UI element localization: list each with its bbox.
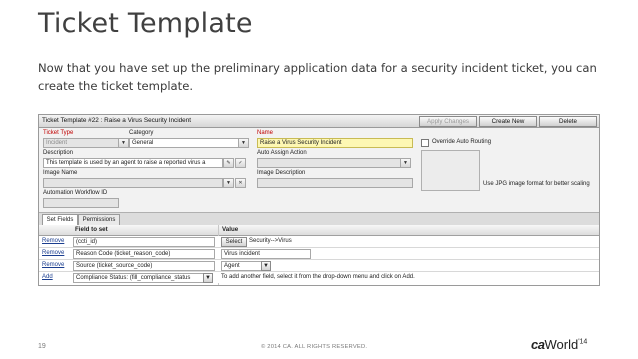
automation-workflow-field[interactable] (43, 198, 119, 208)
remove-link[interactable]: Remove (42, 250, 64, 256)
image-name-dropdown[interactable]: ▼ (223, 178, 234, 188)
field-column-header: Field to set (75, 226, 108, 233)
automation-workflow-label: Automation Workflow ID (43, 190, 108, 196)
field-name-cell: Source (ticket_source_code) (73, 261, 215, 271)
value-column-header: Value (222, 226, 239, 233)
slide-intro: Now that you have set up the preliminary… (38, 61, 597, 93)
image-name-label: Image Name (43, 170, 78, 176)
field-name-cell: Reason Code (ticket_reason_code) (73, 249, 215, 259)
tab-bar: Set Fields Permissions (39, 212, 599, 226)
remove-link[interactable]: Remove (42, 238, 64, 244)
table-row: Add Compliance Status: (fill_compliance_… (39, 272, 599, 283)
ticket-type-dropdown[interactable]: ▼ (118, 138, 129, 148)
category-field[interactable]: General (129, 138, 239, 148)
reason-code-input[interactable]: Virus incident (221, 249, 311, 259)
image-preview (421, 150, 480, 191)
tab-set-fields[interactable]: Set Fields (42, 214, 78, 225)
description-edit-icon[interactable]: ✎ (223, 158, 234, 168)
add-link[interactable]: Add (42, 274, 53, 280)
window-title: Ticket Template #22 : Raise a Virus Secu… (42, 117, 192, 124)
auto-assign-dropdown[interactable]: ▼ (400, 158, 411, 168)
name-label: Name (257, 130, 274, 136)
chevron-down-icon[interactable]: ▼ (203, 273, 213, 283)
category-label: Category (129, 130, 154, 136)
source-select[interactable]: Agent (221, 261, 265, 271)
description-label: Description (43, 150, 74, 156)
description-spellcheck-icon[interactable]: ✓ (235, 158, 246, 168)
ticket-type-field[interactable]: Incident (43, 138, 119, 148)
table-row: Remove (ccti_id) Select Security-->Virus (39, 236, 599, 248)
add-field-select[interactable]: Compliance Status: (fill_compliance_stat… (73, 273, 205, 283)
value-cell: Security-->Virus (249, 238, 292, 244)
fields-table-header: Field to set Value (39, 225, 599, 236)
template-form: Ticket Type Incident ▼ Category General … (39, 128, 599, 212)
image-name-clear-icon[interactable]: ✕ (235, 178, 246, 188)
image-name-field[interactable] (43, 178, 223, 188)
ticket-type-label: Ticket Type (43, 130, 74, 136)
chevron-down-icon: ▼ (403, 160, 408, 166)
remove-link[interactable]: Remove (42, 262, 64, 268)
copyright: © 2014 CA. ALL RIGHTS RESERVED. (261, 344, 368, 350)
auto-assign-action-label: Auto Assign Action (257, 150, 307, 156)
image-description-field[interactable] (257, 178, 413, 188)
image-description-label: Image Description (257, 170, 306, 176)
override-auto-routing-label: Override Auto Routing (432, 139, 492, 145)
window-titlebar: Ticket Template #22 : Raise a Virus Secu… (39, 115, 599, 128)
description-field[interactable]: This template is used by an agent to rai… (43, 158, 223, 168)
chevron-down-icon: ▼ (241, 140, 246, 146)
tab-permissions[interactable]: Permissions (78, 214, 120, 225)
auto-assign-action-field[interactable] (257, 158, 401, 168)
table-row: Remove Source (ticket_source_code) Agent… (39, 260, 599, 272)
image-format-hint: Use JPG image format for better scaling (483, 181, 590, 187)
chevron-down-icon: ▼ (121, 140, 126, 146)
chevron-down-icon: ▼ (226, 180, 231, 186)
field-name-cell: (ccti_id) (73, 237, 215, 247)
create-new-button[interactable]: Create New (479, 116, 537, 127)
table-row: Remove Reason Code (ticket_reason_code) … (39, 248, 599, 260)
slide-title: Ticket Template (38, 8, 253, 39)
ticket-template-window: Ticket Template #22 : Raise a Virus Secu… (38, 114, 600, 286)
override-auto-routing-checkbox[interactable] (421, 139, 429, 147)
chevron-down-icon[interactable]: ▼ (261, 261, 271, 271)
add-field-hint: To add another field, select it from the… (221, 274, 415, 280)
category-dropdown[interactable]: ▼ (238, 138, 249, 148)
apply-changes-button[interactable]: Apply Changes (419, 116, 477, 127)
name-field[interactable]: Raise a Virus Security Incident (257, 138, 413, 148)
page-number: 19 (38, 343, 46, 350)
delete-button[interactable]: Delete (539, 116, 597, 127)
select-button[interactable]: Select (221, 237, 247, 247)
ca-world-logo: caWorld'14 (531, 337, 588, 352)
